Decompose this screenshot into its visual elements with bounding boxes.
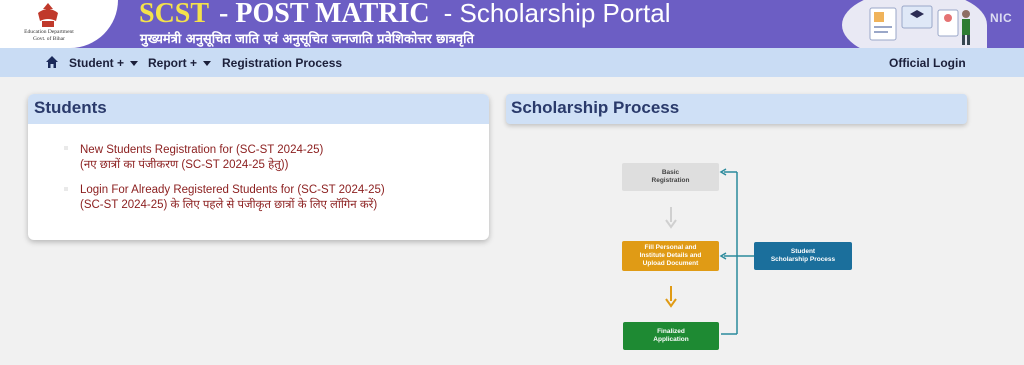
main-navbar: Student + Report + Registration Process …	[0, 48, 1024, 77]
registered-student-login-link[interactable]: Login For Already Registered Students fo…	[80, 183, 385, 213]
bullet-icon	[64, 146, 68, 150]
state-emblem-icon	[38, 3, 58, 27]
department-logo-block: Education Department Govt. of Bihar	[0, 0, 118, 48]
nav-student-menu[interactable]: Student +	[69, 56, 139, 70]
students-card: Students New Students Registration for (…	[28, 94, 489, 240]
nav-report-menu[interactable]: Report +	[148, 56, 212, 70]
new-student-registration-link[interactable]: New Students Registration for (SC-ST 202…	[80, 143, 323, 173]
title-scst: SCST	[139, 0, 210, 29]
portal-subtitle: मुख्यमंत्री अनुसूचित जाति एवं अनुसूचित ज…	[140, 32, 474, 47]
step-fill-details-upload: Fill Personal and Institute Details and …	[622, 241, 719, 271]
title-scholarship-portal: - Scholarship Portal	[443, 0, 671, 28]
chevron-down-icon	[203, 61, 212, 67]
nav-registration-process[interactable]: Registration Process	[222, 56, 342, 70]
home-icon[interactable]	[45, 55, 59, 69]
step-basic-registration: Basic Registration	[622, 163, 719, 191]
step-finalized-application: Finalized Application	[623, 322, 719, 350]
bullet-icon	[64, 187, 68, 191]
header-banner: Education Department Govt. of Bihar SCST…	[0, 0, 1024, 48]
chevron-down-icon	[130, 61, 139, 67]
department-name: Education Department Govt. of Bihar	[24, 29, 74, 42]
scholarship-process-title: Scholarship Process	[506, 94, 967, 124]
portal-title: SCST - POST MATRIC - Scholarship Portal	[139, 0, 670, 30]
title-post-matric: - POST MATRIC	[219, 0, 430, 29]
students-card-title: Students	[28, 94, 489, 124]
student-scholarship-process-label: Student Scholarship Process	[754, 242, 852, 270]
student-illustration-icon	[869, 5, 970, 45]
official-login-link[interactable]: Official Login	[889, 56, 966, 70]
nic-logo: NIC	[990, 11, 1013, 25]
